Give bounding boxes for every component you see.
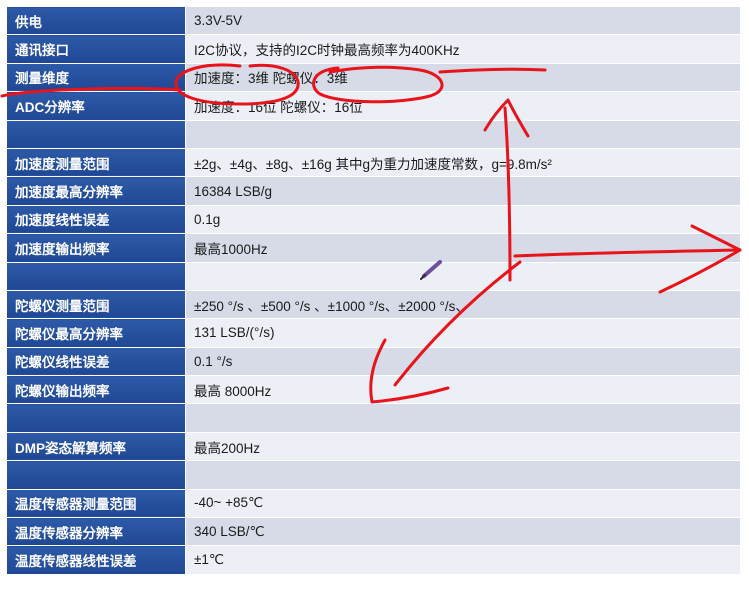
table-row: 加速度测量范围 ±2g、±4g、±8g、±16g 其中g为重力加速度常数，g=9.… bbox=[6, 147, 741, 178]
spec-value: 0.1g bbox=[185, 204, 741, 235]
spec-value: 340 LSB/℃ bbox=[185, 517, 741, 547]
table-row: DMP姿态解算频率 最高200Hz bbox=[6, 431, 741, 462]
spec-label: 通讯接口 bbox=[6, 34, 186, 64]
spec-value bbox=[185, 460, 741, 490]
spec-label: 加速度测量范围 bbox=[6, 147, 186, 178]
spec-label: 加速度输出频率 bbox=[6, 233, 186, 263]
spec-value: 16384 LSB/g bbox=[185, 176, 741, 206]
table-row: 陀螺仪最高分辨率 131 LSB/(°/s) bbox=[6, 318, 741, 348]
spec-label: 测量维度 bbox=[6, 62, 186, 93]
spec-label: 陀螺仪输出频率 bbox=[6, 375, 186, 405]
spec-value: ±1℃ bbox=[185, 545, 741, 575]
spec-value bbox=[185, 403, 741, 433]
table-row: 陀螺仪线性误差 0.1 °/s bbox=[6, 346, 741, 377]
table-row: ADC分辨率 加速度：16位 陀螺仪：16位 bbox=[6, 91, 741, 121]
spec-label: 陀螺仪测量范围 bbox=[6, 289, 186, 320]
spec-table: 供电 3.3V-5V 通讯接口 I2C协议，支持的I2C时钟最高频率为400KHz 测量… bbox=[6, 5, 741, 575]
spec-label bbox=[6, 460, 186, 490]
spec-value: -40~ +85℃ bbox=[185, 488, 741, 519]
table-row: 供电 3.3V-5V bbox=[6, 5, 741, 36]
spec-table-container: 供电 3.3V-5V 通讯接口 I2C协议，支持的I2C时钟最高频率为400KHz 测量… bbox=[6, 5, 743, 586]
table-row bbox=[6, 119, 741, 149]
spec-label: 加速度线性误差 bbox=[6, 204, 186, 235]
table-row: 通讯接口 I2C协议，支持的I2C时钟最高频率为400KHz bbox=[6, 34, 741, 64]
table-row bbox=[6, 403, 741, 433]
table-row: 温度传感器线性误差 ±1℃ bbox=[6, 545, 741, 575]
spec-value: 最高 8000Hz bbox=[185, 375, 741, 405]
table-row: 加速度最高分辨率 16384 LSB/g bbox=[6, 176, 741, 206]
spec-table-body: 供电 3.3V-5V 通讯接口 I2C协议，支持的I2C时钟最高频率为400KHz 测量… bbox=[6, 5, 741, 575]
spec-value: 最高200Hz bbox=[185, 431, 741, 462]
table-row: 温度传感器分辨率 340 LSB/℃ bbox=[6, 517, 741, 547]
spec-label bbox=[6, 261, 186, 291]
spec-label: DMP姿态解算频率 bbox=[6, 431, 186, 462]
table-row: 测量维度 加速度：3维 陀螺仪：3维 bbox=[6, 62, 741, 93]
spec-label: 供电 bbox=[6, 5, 186, 36]
table-row bbox=[6, 261, 741, 291]
spec-label bbox=[6, 403, 186, 433]
spec-label: 加速度最高分辨率 bbox=[6, 176, 186, 206]
spec-label: ADC分辨率 bbox=[6, 91, 186, 121]
spec-label: 温度传感器测量范围 bbox=[6, 488, 186, 519]
spec-value: I2C协议，支持的I2C时钟最高频率为400KHz bbox=[185, 34, 741, 64]
table-row: 加速度输出频率 最高1000Hz bbox=[6, 233, 741, 263]
spec-value: 加速度：16位 陀螺仪：16位 bbox=[185, 91, 741, 121]
spec-label: 陀螺仪最高分辨率 bbox=[6, 318, 186, 348]
table-row bbox=[6, 460, 741, 490]
spec-value: 最高1000Hz bbox=[185, 233, 741, 263]
spec-value bbox=[185, 261, 741, 291]
spec-value: 0.1 °/s bbox=[185, 346, 741, 377]
spec-value: 131 LSB/(°/s) bbox=[185, 318, 741, 348]
spec-value: ±2g、±4g、±8g、±16g 其中g为重力加速度常数，g=9.8m/s² bbox=[185, 147, 741, 178]
spec-value: ±250 °/s 、±500 °/s 、±1000 °/s、±2000 °/s、 bbox=[185, 289, 741, 320]
table-row: 陀螺仪输出频率 最高 8000Hz bbox=[6, 375, 741, 405]
spec-label: 温度传感器线性误差 bbox=[6, 545, 186, 575]
spec-value: 加速度：3维 陀螺仪：3维 bbox=[185, 62, 741, 93]
spec-label: 温度传感器分辨率 bbox=[6, 517, 186, 547]
table-row: 加速度线性误差 0.1g bbox=[6, 204, 741, 235]
table-row: 温度传感器测量范围 -40~ +85℃ bbox=[6, 488, 741, 519]
spec-label: 陀螺仪线性误差 bbox=[6, 346, 186, 377]
spec-value: 3.3V-5V bbox=[185, 5, 741, 36]
spec-label bbox=[6, 119, 186, 149]
table-row: 陀螺仪测量范围 ±250 °/s 、±500 °/s 、±1000 °/s、±20… bbox=[6, 289, 741, 320]
spec-value bbox=[185, 119, 741, 149]
